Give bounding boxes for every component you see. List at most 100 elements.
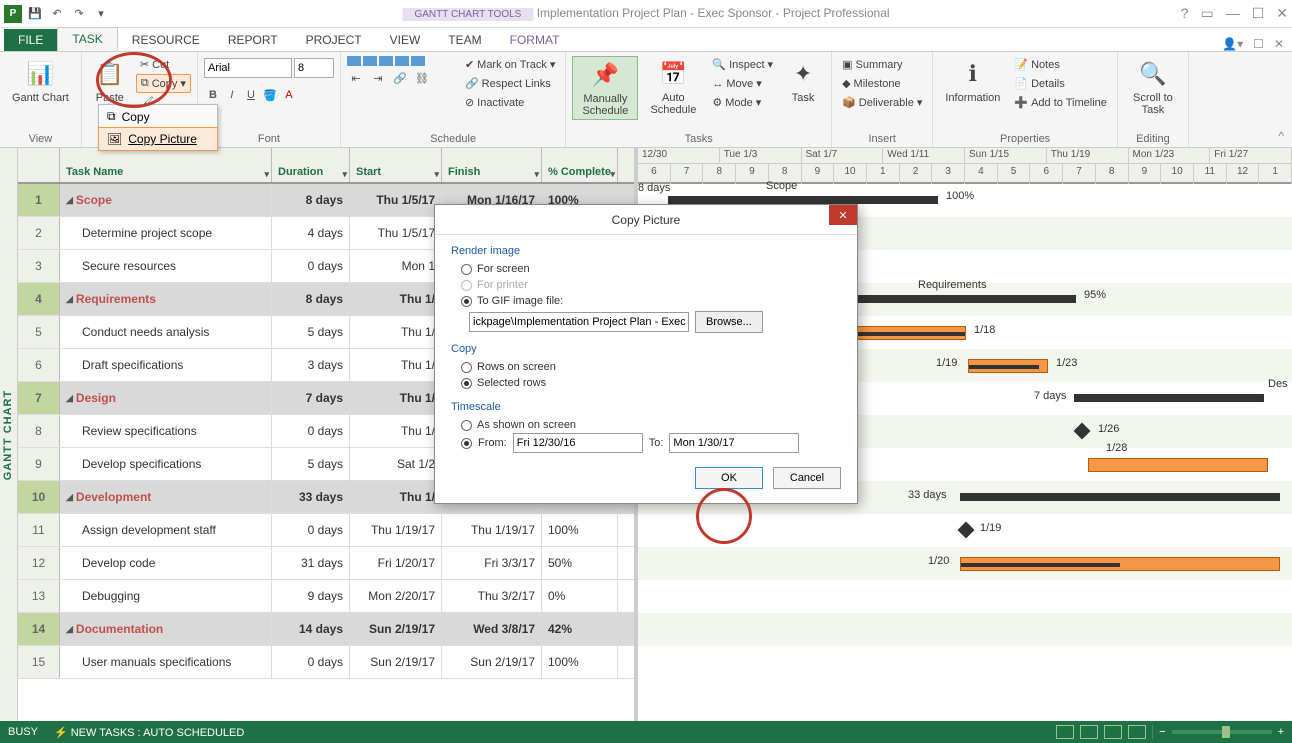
tab-project[interactable]: PROJECT <box>292 29 376 51</box>
browse-button[interactable]: Browse... <box>695 311 763 333</box>
window-controls: ? ▭ — ☐ ✕ <box>1181 5 1288 22</box>
radio-for-screen[interactable]: For screen <box>451 261 841 277</box>
col-finish[interactable]: Finish▾ <box>442 148 542 182</box>
close-doc-icon[interactable]: ✕ <box>1274 37 1284 51</box>
tab-team[interactable]: TEAM <box>434 29 495 51</box>
tab-file[interactable]: FILE <box>4 29 57 51</box>
undo-icon[interactable]: ↶ <box>48 5 66 23</box>
close-icon[interactable]: ✕ <box>1276 5 1288 22</box>
cut-button[interactable]: ✂Cut <box>136 56 191 73</box>
task-button[interactable]: ✦ Task <box>781 56 825 106</box>
gif-file-path-input[interactable] <box>469 312 689 332</box>
inactivate-button[interactable]: ⊘ Inactivate <box>461 94 559 111</box>
maximize-icon[interactable]: ☐ <box>1252 5 1265 22</box>
summary-button[interactable]: ▣ Summary <box>838 56 926 73</box>
cancel-button[interactable]: Cancel <box>773 467 841 489</box>
view-shortcut-1[interactable] <box>1056 725 1074 739</box>
fill-color-button[interactable]: 🪣 <box>261 86 279 104</box>
from-date-select[interactable] <box>513 433 643 453</box>
tab-format[interactable]: FORMAT <box>496 29 574 51</box>
paste-icon: 📋 <box>94 58 126 90</box>
status-bar: BUSY ⚡ NEW TASKS : AUTO SCHEDULED − + <box>0 721 1292 743</box>
view-shortcut-4[interactable] <box>1128 725 1146 739</box>
status-new-tasks[interactable]: ⚡ NEW TASKS : AUTO SCHEDULED <box>54 726 244 739</box>
dialog-title-bar[interactable]: Copy Picture ✕ <box>435 205 857 235</box>
zoom-out-button[interactable]: − <box>1159 726 1165 738</box>
view-shortcut-3[interactable] <box>1104 725 1122 739</box>
radio-selected-rows[interactable]: Selected rows <box>451 375 841 391</box>
tab-view[interactable]: VIEW <box>376 29 435 51</box>
indent-button[interactable]: ⇥ <box>369 69 387 87</box>
auto-label: Auto Schedule <box>648 92 698 116</box>
auto-schedule-button[interactable]: 📅 Auto Schedule <box>642 56 704 118</box>
window-title: Implementation Project Plan - Exec Spons… <box>537 6 890 20</box>
mode-button[interactable]: ⚙ Mode ▾ <box>708 94 777 111</box>
scroll-to-task-button[interactable]: 🔍 Scroll to Task <box>1124 56 1182 118</box>
contextual-tab-label: GANTT CHART TOOLS <box>402 8 533 21</box>
milestone-button[interactable]: ◆ Milestone <box>838 75 926 92</box>
ribbon-collapse-icon[interactable]: ^ <box>1270 125 1292 147</box>
inspect-button[interactable]: 🔍 Inspect ▾ <box>708 56 777 73</box>
gantt-chart-button[interactable]: 📊 Gantt Chart <box>6 56 75 106</box>
col-task-name[interactable]: Task Name▾ <box>60 148 272 182</box>
font-color-button[interactable]: A <box>280 86 298 104</box>
radio-from[interactable] <box>461 438 472 449</box>
font-size-combo[interactable] <box>294 58 334 78</box>
table-row[interactable]: 14◢Documentation14 daysSun 2/19/17Wed 3/… <box>18 613 634 646</box>
unlink-button[interactable]: ⛓ <box>413 69 431 87</box>
col-pct-complete[interactable]: % Complete▾ <box>542 148 618 182</box>
font-face-combo[interactable] <box>204 58 292 78</box>
bold-button[interactable]: B <box>204 86 222 104</box>
tab-report[interactable]: REPORT <box>214 29 292 51</box>
qat-dropdown-icon[interactable]: ▾ <box>92 5 110 23</box>
radio-rows-on-screen[interactable]: Rows on screen <box>451 359 841 375</box>
group-view: 📊 Gantt Chart View <box>0 52 82 147</box>
group-tasks-label: Tasks <box>572 131 825 145</box>
radio-to-gif[interactable]: To GIF image file: <box>451 293 841 309</box>
table-row[interactable]: 13Debugging9 daysMon 2/20/17Thu 3/2/170% <box>18 580 634 613</box>
table-row[interactable]: 12Develop code31 daysFri 1/20/17Fri 3/3/… <box>18 547 634 580</box>
copy-menu-copy-picture[interactable]: 🖼 Copy Picture <box>98 127 218 151</box>
table-row[interactable]: 15User manuals specifications0 daysSun 2… <box>18 646 634 679</box>
view-shortcut-2[interactable] <box>1080 725 1098 739</box>
copy-split-button[interactable]: ⧉Copy ▾ <box>136 74 191 93</box>
deliverable-button[interactable]: 📦 Deliverable ▾ <box>838 94 926 111</box>
window-restore-icon[interactable]: ☐ <box>1253 37 1264 51</box>
user-icon[interactable]: 👤▾ <box>1222 37 1243 51</box>
tab-resource[interactable]: RESOURCE <box>118 29 214 51</box>
manually-schedule-button[interactable]: 📌 Manually Schedule <box>572 56 638 120</box>
outdent-button[interactable]: ⇤ <box>347 69 365 87</box>
ribbon-options-icon[interactable]: ▭ <box>1200 5 1213 22</box>
to-date-select[interactable] <box>669 433 799 453</box>
col-rownum[interactable] <box>18 148 60 182</box>
help-icon[interactable]: ? <box>1181 5 1189 22</box>
respect-links-button[interactable]: 🔗 Respect Links <box>461 75 559 92</box>
underline-button[interactable]: U <box>242 86 260 104</box>
zoom-in-button[interactable]: + <box>1278 726 1284 738</box>
paste-button[interactable]: 📋 Paste <box>88 56 132 106</box>
redo-icon[interactable]: ↷ <box>70 5 88 23</box>
tab-task[interactable]: TASK <box>57 27 117 51</box>
minimize-icon[interactable]: — <box>1226 5 1240 22</box>
mark-on-track-button[interactable]: ✔ Mark on Track ▾ <box>461 56 559 73</box>
radio-as-shown[interactable]: As shown on screen <box>451 417 841 433</box>
gantt-icon: 📊 <box>24 58 56 90</box>
col-start[interactable]: Start▾ <box>350 148 442 182</box>
save-icon[interactable]: 💾 <box>26 5 44 23</box>
dialog-close-button[interactable]: ✕ <box>829 205 857 225</box>
details-button[interactable]: 📄 Details <box>1010 75 1111 92</box>
ok-button[interactable]: OK <box>695 467 763 489</box>
percent-complete-buttons[interactable] <box>347 56 457 66</box>
radio-for-printer[interactable]: For printer <box>451 277 841 293</box>
move-button[interactable]: ↔ Move ▾ <box>708 75 777 92</box>
information-button[interactable]: ℹ Information <box>939 56 1006 106</box>
link-button[interactable]: 🔗 <box>391 69 409 87</box>
col-duration[interactable]: Duration▾ <box>272 148 350 182</box>
italic-button[interactable]: I <box>223 86 241 104</box>
table-row[interactable]: 11Assign development staff0 daysThu 1/19… <box>18 514 634 547</box>
zoom-slider[interactable] <box>1172 730 1272 734</box>
copy-menu-copy[interactable]: ⧉ Copy <box>99 105 217 128</box>
view-bar[interactable]: GANTT CHART <box>0 148 18 721</box>
notes-button[interactable]: 📝 Notes <box>1010 56 1111 73</box>
add-timeline-button[interactable]: ➕ Add to Timeline <box>1010 94 1111 111</box>
